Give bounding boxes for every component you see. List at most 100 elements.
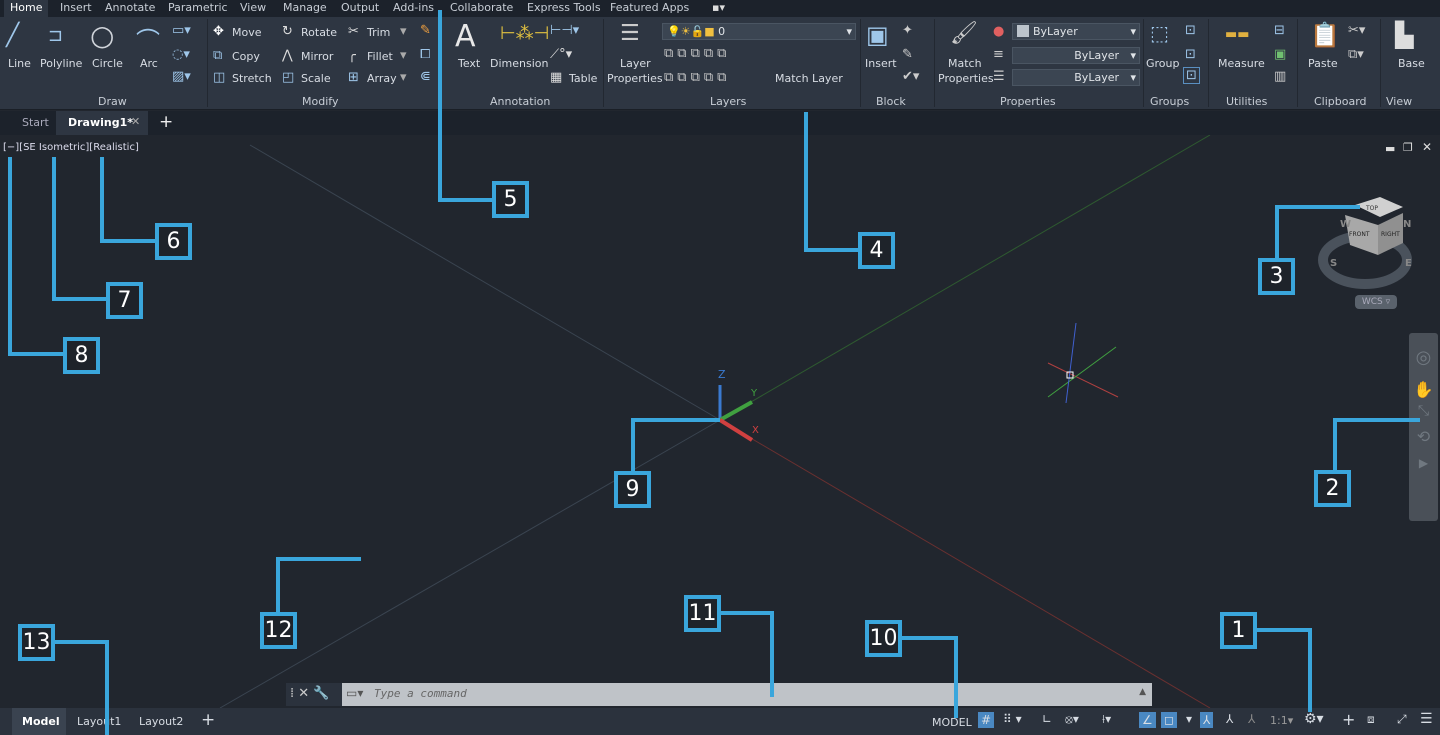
polar-icon[interactable]: ⦻▾: [1065, 712, 1079, 727]
hatch-icon[interactable]: ▨▾: [172, 69, 191, 84]
viewport-restore-icon[interactable]: ❐: [1403, 141, 1413, 154]
view-panel-title[interactable]: View: [1386, 95, 1412, 108]
compass-w[interactable]: W: [1340, 219, 1351, 230]
trim-dropdown-icon[interactable]: ▾: [400, 24, 407, 39]
arc-button[interactable]: Arc: [140, 57, 158, 70]
block-panel-title[interactable]: Block: [876, 95, 906, 108]
linear-dimension-icon[interactable]: ⊢⊣▾: [550, 23, 579, 38]
leader-icon[interactable]: ⟋°▾: [550, 47, 572, 62]
lineweight-dropdown[interactable]: ByLayer ▾: [1012, 47, 1140, 64]
layer-tools-row2-icons[interactable]: ⧉⧉⧉⧉⧉: [664, 70, 730, 85]
array-button[interactable]: Array: [367, 72, 397, 85]
pan-icon[interactable]: ✋: [1409, 380, 1438, 399]
grip-icon[interactable]: ⁞: [290, 686, 294, 701]
recent-commands-icon[interactable]: ▭▾: [346, 686, 363, 700]
block-attributes-icon[interactable]: ✔▾: [902, 69, 919, 84]
showmotion-icon[interactable]: ▶: [1409, 456, 1438, 470]
trim-button[interactable]: Trim: [367, 26, 390, 39]
measure-button[interactable]: Measure: [1218, 57, 1265, 70]
ribbon-options-icon[interactable]: ▪▾: [712, 0, 725, 17]
tab-manage[interactable]: Manage: [283, 0, 327, 17]
tab-collaborate[interactable]: Collaborate: [450, 0, 513, 17]
create-block-icon[interactable]: ✦: [902, 23, 913, 38]
match-properties-button-line1[interactable]: Match: [948, 57, 982, 70]
color-dropdown[interactable]: ByLayer ▾: [1012, 23, 1140, 40]
insert-button[interactable]: Insert: [865, 57, 897, 70]
cut-icon[interactable]: ✂▾: [1348, 23, 1365, 38]
workspace-gear-icon[interactable]: ⚙▾: [1304, 711, 1324, 727]
base-button[interactable]: Base: [1398, 57, 1425, 70]
viewport-minimize-icon[interactable]: ▬: [1385, 142, 1395, 155]
clean-screen-icon[interactable]: ⤢: [1397, 712, 1407, 727]
utilities-panel-title[interactable]: Utilities: [1226, 95, 1267, 108]
close-icon[interactable]: ✕: [298, 686, 309, 701]
new-tab-icon[interactable]: +: [159, 112, 173, 132]
dimension-button[interactable]: Dimension: [490, 57, 548, 70]
select-all-icon[interactable]: ▣: [1274, 47, 1286, 62]
tab-add-ins[interactable]: Add-ins: [393, 0, 434, 17]
edit-block-icon[interactable]: ✎: [902, 47, 913, 62]
model-space-toggle[interactable]: MODEL: [932, 716, 972, 729]
tab-annotate[interactable]: Annotate: [105, 0, 155, 17]
auto-scale-icon[interactable]: ⅄: [1226, 712, 1233, 726]
copy-clip-icon[interactable]: ⧉▾: [1348, 47, 1364, 62]
viewport-close-icon[interactable]: ✕: [1422, 140, 1432, 154]
annotation-scale-icon[interactable]: ⅄: [1248, 712, 1255, 726]
tab-express-tools[interactable]: Express Tools: [527, 0, 601, 17]
ellipse-icon[interactable]: ◌▾: [172, 47, 190, 62]
clipboard-panel-title[interactable]: Clipboard: [1314, 95, 1367, 108]
annotation-visibility-icon[interactable]: ⅄: [1200, 712, 1214, 728]
polyline-button[interactable]: Polyline: [40, 57, 82, 70]
tab-output[interactable]: Output: [341, 0, 379, 17]
steering-wheel-icon[interactable]: ◎: [1409, 347, 1438, 368]
viewport-controls[interactable]: [−][SE Isometric][Realistic]: [3, 142, 139, 153]
tab-model[interactable]: Model: [22, 715, 60, 728]
annotation-panel-title[interactable]: Annotation: [490, 95, 550, 108]
viewcube-top-label[interactable]: TOP: [1366, 205, 1378, 212]
linetype-dropdown[interactable]: ByLayer ▾: [1012, 69, 1140, 86]
object-snap-icon[interactable]: ◻: [1161, 712, 1177, 728]
orbit-icon[interactable]: ⟲: [1409, 427, 1438, 446]
tab-layout1[interactable]: Layout1: [77, 715, 121, 728]
tab-drawing1[interactable]: Drawing1*: [68, 116, 133, 129]
explode-icon[interactable]: ⧠: [420, 47, 430, 62]
tab-home[interactable]: Home: [4, 0, 49, 17]
osnap-tracking-icon[interactable]: ⟊▾: [1102, 712, 1111, 727]
quick-select-icon[interactable]: ⊟: [1274, 23, 1285, 38]
isolate-objects-icon[interactable]: ⧈: [1367, 712, 1375, 727]
tab-insert[interactable]: Insert: [60, 0, 92, 17]
fillet-button[interactable]: Fillet: [367, 50, 393, 63]
compass-e[interactable]: E: [1405, 258, 1412, 269]
erase-icon[interactable]: ✎: [420, 23, 431, 38]
tab-layout2[interactable]: Layout2: [139, 715, 183, 728]
text-button[interactable]: Text: [458, 57, 480, 70]
command-history-icon[interactable]: ▲: [1139, 687, 1146, 697]
group-edit-icon[interactable]: ⊡: [1185, 47, 1196, 62]
layer-dropdown[interactable]: 💡☀🔓■ 0 ▾: [662, 23, 856, 40]
compass-s[interactable]: S: [1330, 258, 1337, 269]
calculator-icon[interactable]: ▥: [1274, 69, 1286, 84]
group-button[interactable]: Group: [1146, 57, 1180, 70]
compass-n[interactable]: N: [1403, 219, 1411, 230]
rectangle-icon[interactable]: ▭▾: [172, 23, 191, 38]
rotate-button[interactable]: Rotate: [301, 26, 337, 39]
copy-button[interactable]: Copy: [232, 50, 260, 63]
array-dropdown-icon[interactable]: ▾: [400, 70, 407, 85]
snap-icon[interactable]: ⠿ ▾: [1003, 712, 1022, 726]
layers-panel-title[interactable]: Layers: [710, 95, 746, 108]
line-button[interactable]: Line: [8, 57, 31, 70]
match-layer-button[interactable]: Match Layer: [775, 72, 843, 85]
tab-start[interactable]: Start: [22, 116, 49, 129]
viewcube-front-label[interactable]: FRONT: [1349, 231, 1370, 238]
move-button[interactable]: Move: [232, 26, 262, 39]
annotation-monitor-plus-icon[interactable]: +: [1342, 710, 1355, 729]
wcs-dropdown[interactable]: WCS ▿: [1355, 295, 1397, 309]
table-button[interactable]: Table: [569, 72, 597, 85]
close-icon[interactable]: ✕: [131, 115, 140, 128]
properties-panel-title[interactable]: Properties: [1000, 95, 1056, 108]
customize-wrench-icon[interactable]: 🔧: [313, 686, 329, 701]
scale-button[interactable]: Scale: [301, 72, 331, 85]
match-properties-button-line2[interactable]: Properties: [938, 72, 994, 85]
layer-properties-button-line1[interactable]: Layer: [620, 57, 651, 70]
ortho-icon[interactable]: ∟: [1042, 712, 1052, 726]
